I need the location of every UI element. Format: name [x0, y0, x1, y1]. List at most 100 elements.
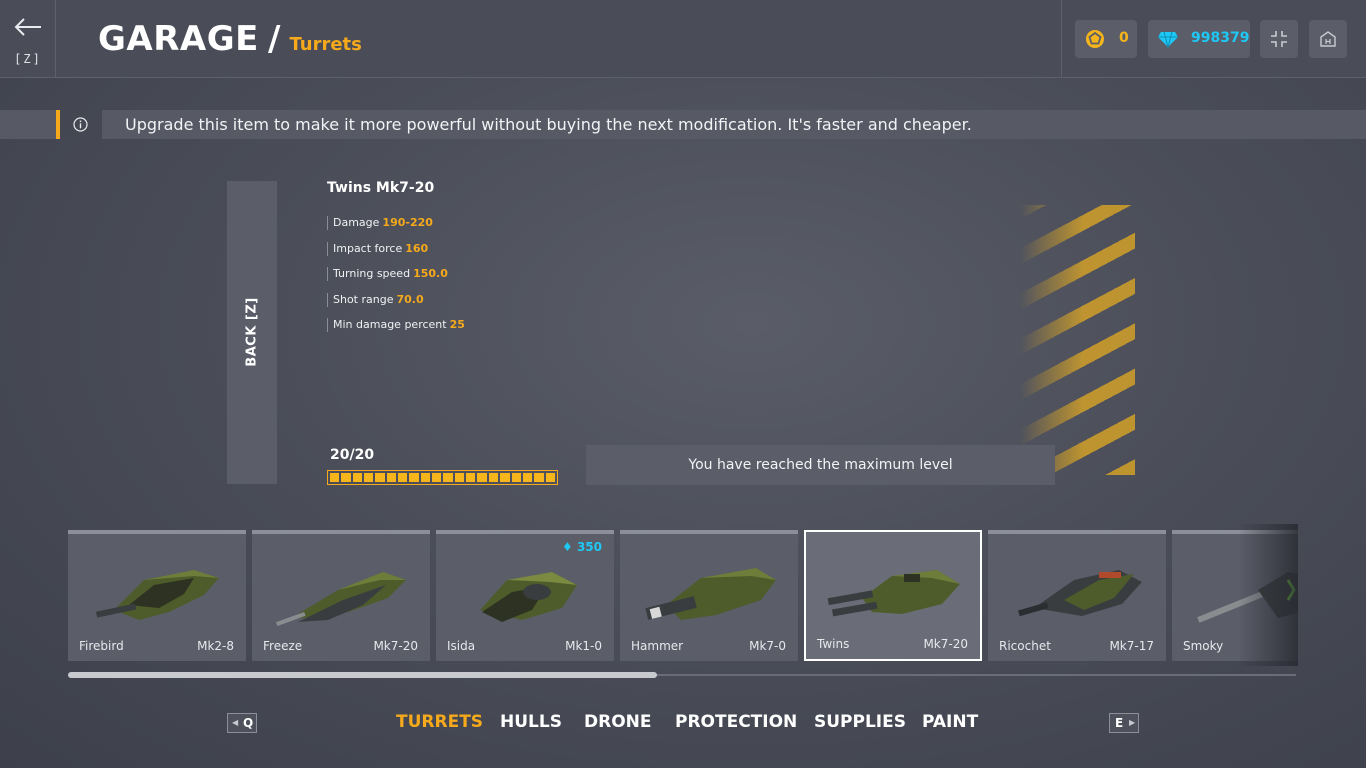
- turret-twins-image: [827, 570, 960, 617]
- fullscreen-button[interactable]: [1260, 20, 1298, 58]
- turret-ricochet-image: [1018, 570, 1142, 617]
- tab-turrets[interactable]: TURRETS: [396, 712, 483, 732]
- tab-supplies[interactable]: SUPPLIES: [814, 712, 906, 732]
- tab-protection[interactable]: PROTECTION: [675, 712, 797, 732]
- stat-label: Shot range: [333, 292, 394, 306]
- turret-modification: Mk1-0: [565, 639, 602, 653]
- back-panel-label: BACK [Z]: [244, 297, 260, 367]
- back-button[interactable]: [Z]: [0, 0, 56, 78]
- turret-card-ricochet[interactable]: Ricochet Mk7-17: [988, 530, 1166, 661]
- progress-segment: [500, 473, 510, 482]
- progress-segment: [454, 473, 465, 482]
- crystal-coins-balance[interactable]: 0: [1075, 20, 1137, 58]
- turret-carousel: Firebird Mk2-8 Freeze Mk7-20 ♦ 350 Isida…: [68, 524, 1298, 666]
- banner-accent: [56, 110, 60, 139]
- garage-title: GARAGE: [98, 19, 259, 59]
- progress-segment: [352, 473, 363, 482]
- tab-paint[interactable]: PAINT: [922, 712, 978, 732]
- stat-value: 150.0: [413, 267, 448, 280]
- max-level-notice: You have reached the maximum level: [586, 445, 1055, 485]
- turret-name: Smoky: [1183, 639, 1224, 653]
- progress-segment: [409, 473, 419, 482]
- progress-segment: [545, 473, 555, 482]
- turret-modification: Mk7-20: [373, 639, 418, 653]
- turret-name: Twins: [817, 637, 850, 651]
- header-divider: [1061, 0, 1062, 78]
- crystals-balance[interactable]: 998379: [1148, 20, 1250, 58]
- title-separator: /: [267, 19, 281, 59]
- stat-turning-speed: Turning speed 150.0: [327, 265, 465, 291]
- progress-segment: [375, 473, 385, 482]
- stat-damage: Damage 190-220: [327, 214, 465, 240]
- carousel-scrollbar-thumb[interactable]: [68, 672, 657, 678]
- tab-drone[interactable]: DRONE: [584, 712, 652, 732]
- turret-name: Freeze: [263, 639, 303, 653]
- stat-impact-force: Impact force 160: [327, 240, 465, 266]
- progress-segment: [432, 473, 442, 482]
- fullscreen-icon: [1271, 31, 1287, 47]
- progress-segment: [511, 473, 521, 482]
- progress-segment: [386, 473, 397, 482]
- progress-segment: [341, 473, 351, 482]
- turret-firebird-image: [95, 570, 219, 620]
- turret-name: Firebird: [79, 639, 124, 653]
- prev-key-label: Q: [243, 716, 254, 730]
- next-key-label: E: [1115, 716, 1124, 730]
- back-key-hint: [Z]: [14, 52, 42, 66]
- turret-card-isida[interactable]: ♦ 350 Isida Mk1-0: [436, 530, 614, 661]
- turret-card-freeze[interactable]: Freeze Mk7-20: [252, 530, 430, 661]
- info-banner: Upgrade this item to make it more powerf…: [102, 110, 1366, 139]
- home-button[interactable]: [1309, 20, 1347, 58]
- stat-min-damage-percent: Min damage percent 25: [327, 316, 465, 342]
- turret-name: Isida: [447, 639, 476, 653]
- tab-hulls[interactable]: HULLS: [500, 712, 562, 732]
- crystal-coins-value: 0: [1119, 30, 1129, 46]
- progress-segment: [420, 473, 431, 482]
- stats-list: Damage 190-220 Impact force 160 Turning sp…: [327, 214, 465, 342]
- stat-shot-range: Shot range 70.0: [327, 291, 465, 317]
- item-name: Twins Mk7-20: [327, 180, 435, 196]
- diamond-icon: [1158, 31, 1178, 49]
- upgrade-progress-bar: [327, 470, 558, 485]
- turret-name: Ricochet: [999, 639, 1051, 653]
- home-icon: [1320, 31, 1336, 47]
- progress-segment: [443, 473, 453, 482]
- arrow-left-icon: [14, 18, 41, 36]
- top-bar: [Z] GARAGE / Turrets 0 998379: [0, 0, 1366, 78]
- turret-card-twins[interactable]: Twins Mk7-20: [804, 530, 982, 661]
- stat-label: Damage: [333, 216, 380, 229]
- progress-segment: [522, 473, 533, 482]
- turret-modification: Mk2-8: [197, 639, 234, 653]
- coin-icon: [1086, 30, 1104, 48]
- turret-isida-image: [480, 572, 577, 622]
- info-icon: [73, 117, 88, 132]
- progress-segment: [364, 473, 374, 482]
- progress-segment: [330, 473, 340, 482]
- prev-category-button[interactable]: ◀ Q: [227, 713, 257, 733]
- next-category-button[interactable]: E ▶: [1109, 713, 1139, 733]
- progress-segment: [534, 473, 544, 482]
- stat-value: 70.0: [396, 292, 424, 306]
- stat-value: 25: [449, 318, 465, 331]
- stat-label: Min damage percent: [333, 318, 447, 331]
- progress-segment: [488, 473, 499, 482]
- progress-segment: [466, 473, 476, 482]
- triangle-right-icon: ▶: [1129, 718, 1136, 727]
- triangle-left-icon: ◀: [232, 718, 239, 727]
- hazard-stripes: [1020, 205, 1135, 475]
- stat-value: 160: [405, 241, 429, 255]
- turret-card-hammer[interactable]: Hammer Mk7-0: [620, 530, 798, 661]
- turret-modification: Mk7-17: [1109, 639, 1154, 653]
- section-subtitle: Turrets: [289, 34, 362, 55]
- turret-card-firebird[interactable]: Firebird Mk2-8: [68, 530, 246, 661]
- stat-value: 190-220: [382, 216, 433, 229]
- upgrade-level-label: 20/20: [330, 447, 375, 463]
- turret-modification: Mk7-20: [923, 637, 968, 651]
- carousel-fade: [1238, 524, 1298, 666]
- banner-left-block: [0, 110, 56, 139]
- turret-modification: Mk7-0: [749, 639, 786, 653]
- progress-segment: [477, 473, 487, 482]
- turret-name: Hammer: [631, 639, 684, 653]
- progress-segment: [398, 473, 408, 482]
- back-panel-button[interactable]: BACK [Z]: [227, 181, 277, 484]
